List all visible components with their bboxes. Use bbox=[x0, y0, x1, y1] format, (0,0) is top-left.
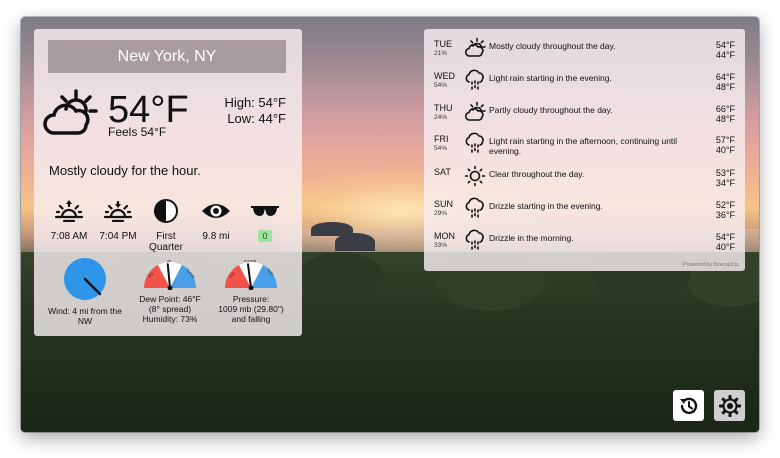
dew-point-spread: (8° spread) bbox=[148, 304, 192, 314]
forecast-summary: Mostly cloudy throughout the day. bbox=[489, 41, 616, 51]
sun-icon bbox=[464, 165, 486, 192]
forecast-summary: Drizzle in the morning. bbox=[489, 233, 574, 243]
pressure-value: 1009 mb (29.80") bbox=[218, 304, 284, 314]
pressure-scale-normal: normal bbox=[244, 258, 256, 263]
humidity-value: Humidity: 73% bbox=[142, 314, 198, 324]
moon-phase: First Quarter bbox=[149, 231, 183, 253]
wind-dial bbox=[64, 258, 106, 300]
forecast-precip: 54% bbox=[434, 145, 448, 152]
feels-like: Feels 54°F bbox=[108, 125, 167, 139]
hourly-summary: Mostly cloudy for the hour. bbox=[49, 163, 201, 178]
visibility-detail: 9.8 mi bbox=[191, 197, 241, 242]
high-low: High: 54°F Low: 44°F bbox=[224, 95, 286, 127]
forecast-high: 54°F bbox=[715, 232, 735, 242]
forecast-row-sun[interactable]: SUN 29% Drizzle starting in the evening. 52… bbox=[424, 197, 745, 227]
dew-point-value: Dew Point: 46°F bbox=[139, 294, 201, 304]
sunrise-time: 7:08 AM bbox=[50, 231, 88, 242]
sunrise-icon bbox=[44, 197, 94, 225]
forecast-day: MON bbox=[434, 231, 455, 241]
sunset-time: 7:04 PM bbox=[99, 231, 137, 242]
forecast-precip: 54% bbox=[434, 82, 448, 89]
forecast-row-tue[interactable]: TUE 21% Mostly cloudy throughout the day. 5… bbox=[424, 37, 745, 67]
forecast-day: THU bbox=[434, 103, 453, 113]
moon-phase-detail: First Quarter bbox=[141, 197, 191, 253]
powered-by[interactable]: Powered by forecast.io bbox=[683, 262, 739, 268]
forecast-low: 34°F bbox=[715, 178, 735, 188]
forecast-low: 48°F bbox=[715, 82, 735, 92]
low-temp: Low: 44°F bbox=[227, 111, 286, 126]
pressure-gauge: low normal high Pressure: 1009 mb (29.80… bbox=[206, 256, 296, 324]
forecast-precip: 24% bbox=[434, 114, 448, 121]
forecast-high: 52°F bbox=[715, 200, 735, 210]
daily-forecast-panel: TUE 21% Mostly cloudy throughout the day. 5… bbox=[424, 29, 745, 271]
forecast-low: 44°F bbox=[715, 50, 735, 60]
pressure-dial: low normal high bbox=[225, 258, 277, 290]
partly-cloudy-day-icon bbox=[464, 37, 486, 64]
forecast-row-sat[interactable]: SAT Clear throughout the day. 53°F 34°F bbox=[424, 165, 745, 195]
forecast-precip: 21% bbox=[434, 50, 448, 57]
forecast-low: 40°F bbox=[715, 145, 735, 155]
forecast-summary: Light rain starting in the evening. bbox=[489, 73, 612, 83]
wind-text: Wind: 4 mi from the NW bbox=[48, 306, 122, 326]
moon-first-quarter-icon bbox=[141, 197, 191, 225]
forecast-day: SUN bbox=[434, 199, 454, 209]
rain-icon bbox=[464, 132, 486, 159]
wind-gauge: Wind: 4 mi from the NW bbox=[40, 256, 130, 326]
uv-index-badge: 0 bbox=[258, 230, 272, 242]
pressure-label: Pressure: bbox=[232, 294, 270, 304]
forecast-high: 57°F bbox=[715, 135, 735, 145]
forecast-summary: Clear throughout the day. bbox=[489, 169, 585, 179]
settings-button[interactable] bbox=[714, 390, 745, 421]
forecast-low: 40°F bbox=[715, 242, 735, 252]
gear-icon bbox=[718, 394, 741, 417]
forecast-summary: Partly cloudy throughout the day. bbox=[489, 105, 613, 115]
current-conditions-panel: New York, NY 54°F Feels 54°F High: 54°F … bbox=[34, 29, 302, 336]
rain-icon bbox=[464, 69, 486, 96]
dew-point-dial: dry ok humid bbox=[144, 258, 196, 290]
forecast-summary: Drizzle starting in the evening. bbox=[489, 201, 603, 211]
history-button[interactable] bbox=[673, 390, 704, 421]
uv-detail: 0 bbox=[240, 197, 290, 242]
background-island bbox=[335, 233, 375, 251]
dew-point-gauge: dry ok humid Dew Point: 46°F (8° spread)… bbox=[125, 256, 215, 324]
forecast-row-thu[interactable]: THU 24% Partly cloudy throughout the day. 6… bbox=[424, 101, 745, 131]
forecast-row-wed[interactable]: WED 54% Light rain starting in the evening… bbox=[424, 69, 745, 99]
pressure-text: Pressure: 1009 mb (29.80") and falling bbox=[206, 294, 296, 324]
high-temp: High: 54°F bbox=[224, 95, 286, 110]
history-icon bbox=[679, 397, 697, 414]
partly-cloudy-day-icon bbox=[42, 87, 104, 144]
pressure-trend: and falling bbox=[231, 314, 271, 324]
forecast-precip: 29% bbox=[434, 210, 448, 217]
forecast-high: 54°F bbox=[715, 40, 735, 50]
partly-cloudy-day-icon bbox=[464, 101, 486, 128]
forecast-day: WED bbox=[434, 71, 455, 81]
forecast-row-fri[interactable]: FRI 54% Light rain starting in the afterno… bbox=[424, 132, 745, 162]
eye-icon bbox=[191, 197, 241, 225]
forecast-low: 48°F bbox=[715, 114, 735, 124]
forecast-day: TUE bbox=[434, 39, 452, 49]
rain-icon bbox=[464, 197, 486, 224]
forecast-day: FRI bbox=[434, 134, 449, 144]
forecast-high: 53°F bbox=[715, 168, 735, 178]
sunset-icon bbox=[93, 197, 143, 225]
rain-icon bbox=[464, 229, 486, 256]
dew-point-text: Dew Point: 46°F (8° spread) Humidity: 73… bbox=[125, 294, 215, 324]
forecast-high: 64°F bbox=[715, 72, 735, 82]
forecast-day: SAT bbox=[434, 167, 451, 177]
city-title[interactable]: New York, NY bbox=[48, 40, 286, 73]
forecast-summary: Light rain starting in the afternoon, co… bbox=[489, 136, 678, 156]
forecast-precip: 33% bbox=[434, 242, 448, 249]
sunrise-detail: 7:08 AM bbox=[44, 197, 94, 242]
visibility: 9.8 mi bbox=[202, 231, 230, 242]
sunset-detail: 7:04 PM bbox=[93, 197, 143, 242]
forecast-row-mon[interactable]: MON 33% Drizzle in the morning. 54°F 40°F bbox=[424, 229, 745, 259]
sunglasses-icon bbox=[240, 197, 290, 225]
dew-scale-ok: ok bbox=[167, 258, 171, 263]
forecast-high: 66°F bbox=[715, 104, 735, 114]
forecast-low: 36°F bbox=[715, 210, 735, 220]
